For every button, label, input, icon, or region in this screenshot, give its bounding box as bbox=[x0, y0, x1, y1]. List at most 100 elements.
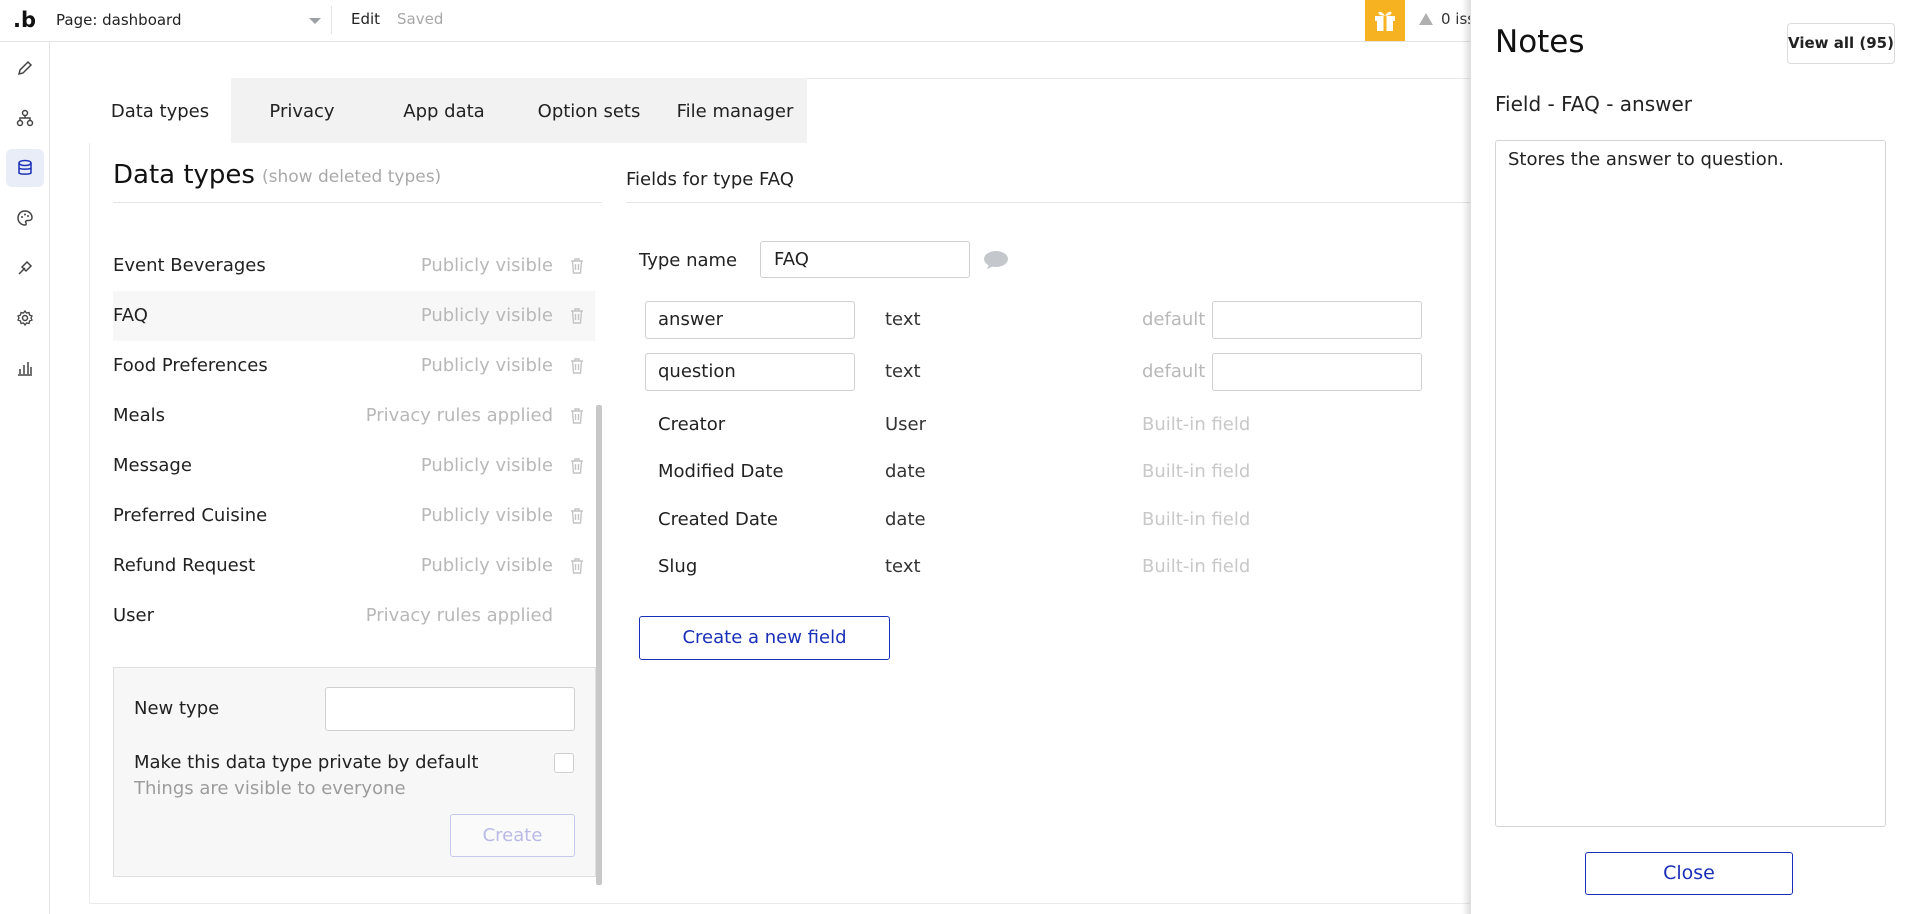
notes-panel: Notes View all (95) Field - FAQ - answer… bbox=[1470, 0, 1918, 914]
data-type-row[interactable]: User Privacy rules applied bbox=[113, 591, 595, 641]
trash-icon[interactable] bbox=[569, 407, 585, 425]
visibility-hint: Things are visible to everyone bbox=[134, 778, 406, 799]
builtin-label: Built-in field bbox=[1142, 461, 1251, 482]
workflow-icon bbox=[16, 109, 34, 127]
data-type-privacy: Publicly visible bbox=[420, 555, 553, 576]
design-tab[interactable] bbox=[6, 49, 44, 87]
data-tabs: Data types Privacy App data Option sets … bbox=[89, 78, 807, 143]
field-type[interactable]: text bbox=[885, 353, 921, 391]
type-name-label: Type name bbox=[639, 250, 738, 271]
gift-button[interactable] bbox=[1365, 0, 1405, 41]
settings-icon bbox=[17, 309, 33, 327]
field-row: Created Date date Built-in field bbox=[645, 501, 1425, 541]
pencil-icon bbox=[17, 60, 33, 76]
data-type-name: Message bbox=[113, 455, 192, 476]
palette-icon bbox=[17, 210, 33, 226]
data-type-row[interactable]: Event Beverages Publicly visible bbox=[113, 241, 595, 291]
data-type-name: Preferred Cuisine bbox=[113, 505, 268, 526]
data-type-row[interactable]: Message Publicly visible bbox=[113, 441, 595, 491]
builtin-label: Built-in field bbox=[1142, 509, 1251, 530]
bubble-logo[interactable]: .b bbox=[13, 8, 36, 32]
divider bbox=[626, 202, 1481, 203]
logs-tab[interactable] bbox=[6, 349, 44, 387]
database-icon bbox=[18, 159, 32, 175]
trash-icon[interactable] bbox=[569, 557, 585, 575]
field-type: date bbox=[885, 509, 926, 530]
data-type-privacy: Publicly visible bbox=[420, 255, 553, 276]
field-name: Modified Date bbox=[658, 461, 784, 482]
data-tab[interactable] bbox=[6, 149, 44, 187]
builtin-label: Built-in field bbox=[1142, 556, 1251, 577]
gift-icon bbox=[1375, 11, 1395, 31]
data-type-row[interactable]: Preferred Cuisine Publicly visible bbox=[113, 491, 595, 541]
builtin-label: Built-in field bbox=[1142, 414, 1251, 435]
notes-shadow bbox=[1462, 0, 1470, 914]
comment-icon[interactable] bbox=[983, 250, 1009, 270]
trash-icon[interactable] bbox=[569, 257, 585, 275]
create-type-button[interactable]: Create bbox=[450, 814, 575, 857]
field-name-input[interactable]: answer bbox=[645, 301, 855, 339]
field-type: text bbox=[885, 556, 921, 577]
divider bbox=[113, 202, 602, 203]
tab-app-data[interactable]: App data bbox=[373, 78, 515, 143]
scrollbar[interactable] bbox=[596, 405, 602, 885]
left-sidebar bbox=[0, 42, 50, 914]
view-all-notes-button[interactable]: View all (95) bbox=[1787, 23, 1895, 64]
create-new-field-button[interactable]: Create a new field bbox=[639, 616, 890, 660]
field-name-input[interactable]: question bbox=[645, 353, 855, 391]
styles-tab[interactable] bbox=[6, 199, 44, 237]
warning-icon bbox=[1419, 13, 1433, 25]
field-row: Creator User Built-in field bbox=[645, 406, 1425, 446]
field-default-input[interactable] bbox=[1212, 353, 1422, 391]
data-type-row[interactable]: Food Preferences Publicly visible bbox=[113, 341, 595, 391]
workflow-tab[interactable] bbox=[6, 99, 44, 137]
field-row: answer text default bbox=[645, 301, 1425, 341]
field-name: Created Date bbox=[658, 509, 778, 530]
data-type-name: Event Beverages bbox=[113, 255, 266, 276]
field-type: User bbox=[885, 414, 927, 435]
field-name: Slug bbox=[658, 556, 698, 577]
show-deleted-types-link[interactable]: (show deleted types) bbox=[262, 167, 441, 187]
data-type-privacy: Privacy rules applied bbox=[365, 605, 553, 626]
page-selector-label: Page: dashboard bbox=[56, 11, 182, 29]
new-type-input[interactable] bbox=[325, 687, 575, 731]
data-type-name: Meals bbox=[113, 405, 166, 426]
fields-title: Fields for type FAQ bbox=[626, 169, 794, 190]
data-type-row[interactable]: Refund Request Publicly visible bbox=[113, 541, 595, 591]
trash-icon[interactable] bbox=[569, 457, 585, 475]
notes-textarea[interactable]: Stores the answer to question. bbox=[1495, 140, 1886, 827]
private-default-checkbox[interactable] bbox=[554, 753, 574, 773]
field-type[interactable]: text bbox=[885, 301, 921, 339]
tab-option-sets[interactable]: Option sets bbox=[515, 78, 663, 143]
field-row: Modified Date date Built-in field bbox=[645, 453, 1425, 493]
tab-data-types[interactable]: Data types bbox=[89, 78, 231, 143]
data-type-privacy: Publicly visible bbox=[420, 355, 553, 376]
type-name-input[interactable]: FAQ bbox=[760, 241, 970, 278]
trash-icon[interactable] bbox=[569, 507, 585, 525]
edit-menu[interactable]: Edit bbox=[351, 10, 380, 28]
settings-tab[interactable] bbox=[6, 299, 44, 337]
field-name: Creator bbox=[658, 414, 726, 435]
data-type-name: Food Preferences bbox=[113, 355, 268, 376]
data-type-privacy: Publicly visible bbox=[420, 505, 553, 526]
data-type-name: Refund Request bbox=[113, 555, 256, 576]
data-type-privacy: Publicly visible bbox=[420, 455, 553, 476]
trash-icon[interactable] bbox=[569, 357, 585, 375]
chevron-down-icon bbox=[309, 18, 321, 24]
tab-file-manager[interactable]: File manager bbox=[663, 78, 807, 143]
data-type-row[interactable]: Meals Privacy rules applied bbox=[113, 391, 595, 441]
new-type-label: New type bbox=[134, 698, 220, 719]
data-type-row[interactable]: FAQ Publicly visible bbox=[113, 291, 595, 341]
tab-privacy[interactable]: Privacy bbox=[231, 78, 373, 143]
close-notes-button[interactable]: Close bbox=[1585, 852, 1793, 895]
notes-title: Notes bbox=[1495, 24, 1585, 60]
trash-icon[interactable] bbox=[569, 307, 585, 325]
field-default-label: default bbox=[1142, 361, 1206, 382]
data-type-name: FAQ bbox=[113, 305, 148, 326]
field-row: question text default bbox=[645, 353, 1425, 393]
field-default-input[interactable] bbox=[1212, 301, 1422, 339]
page-selector[interactable]: Page: dashboard bbox=[50, 6, 332, 34]
plugins-tab[interactable] bbox=[6, 249, 44, 287]
private-default-label: Make this data type private by default bbox=[134, 752, 479, 773]
new-type-form: New type Make this data type private by … bbox=[113, 667, 596, 877]
